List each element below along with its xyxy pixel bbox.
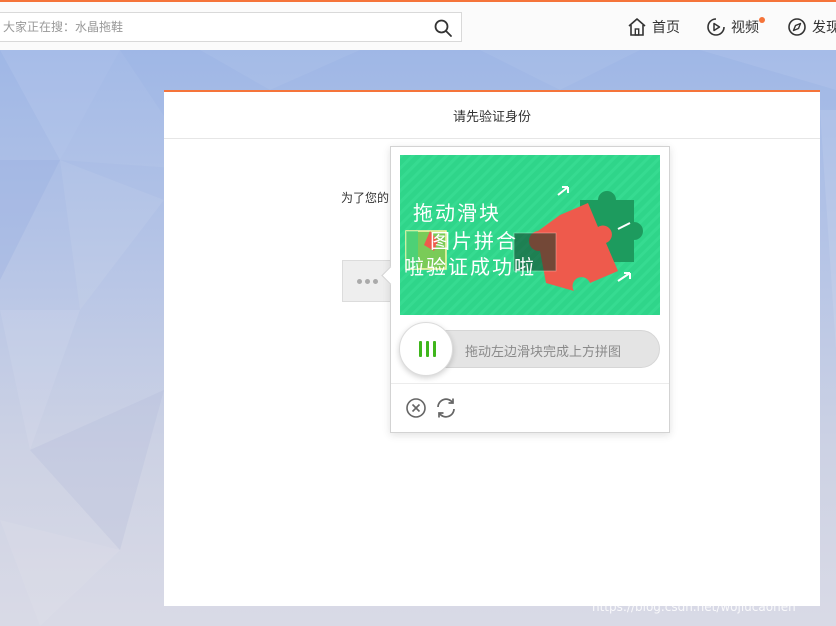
- watermark: https://blog.csdn.net/wojiucaonen: [592, 600, 796, 614]
- search-input[interactable]: [3, 13, 413, 41]
- play-icon: [707, 18, 725, 36]
- nav-home-label: 首页: [652, 20, 680, 36]
- nav-video-label: 视频: [731, 20, 759, 36]
- home-icon: [628, 18, 646, 36]
- notification-dot: [759, 17, 765, 23]
- more-dots-icon: [357, 279, 378, 284]
- puzzle-text-line-2: 图片拼合: [430, 229, 518, 253]
- puzzle-text-line-1: 拖动滑块: [413, 201, 501, 225]
- compass-icon: [788, 18, 806, 36]
- top-bar: 首页 视频 发现: [0, 0, 836, 50]
- puzzle-text-line-3: 啦验证成功啦: [404, 255, 536, 279]
- verify-trigger-button[interactable]: [342, 260, 392, 302]
- grip-icon: [419, 341, 436, 357]
- nav-home[interactable]: 首页: [627, 16, 680, 38]
- nav-video[interactable]: 视频: [706, 16, 765, 38]
- dialog-description: 为了您的: [341, 191, 390, 205]
- search-icon[interactable]: [433, 18, 453, 38]
- captcha-popup: 拖动滑块 图片拼合 啦验证成功啦 拖动左边滑块完成上方拼图: [381, 146, 670, 433]
- dialog-header: 请先验证身份: [164, 92, 820, 139]
- close-icon[interactable]: [405, 397, 427, 419]
- captcha-footer: [391, 383, 669, 384]
- dialog-title: 请先验证身份: [452, 109, 531, 125]
- refresh-icon[interactable]: [434, 396, 458, 420]
- search-box: [0, 12, 462, 42]
- nav-discover[interactable]: 发现: [787, 16, 836, 38]
- nav-discover-label: 发现: [812, 20, 836, 36]
- puzzle-image: 拖动滑块 图片拼合 啦验证成功啦: [400, 155, 660, 315]
- slider-hint: 拖动左边滑块完成上方拼图: [465, 345, 622, 360]
- slider-handle[interactable]: [399, 322, 453, 376]
